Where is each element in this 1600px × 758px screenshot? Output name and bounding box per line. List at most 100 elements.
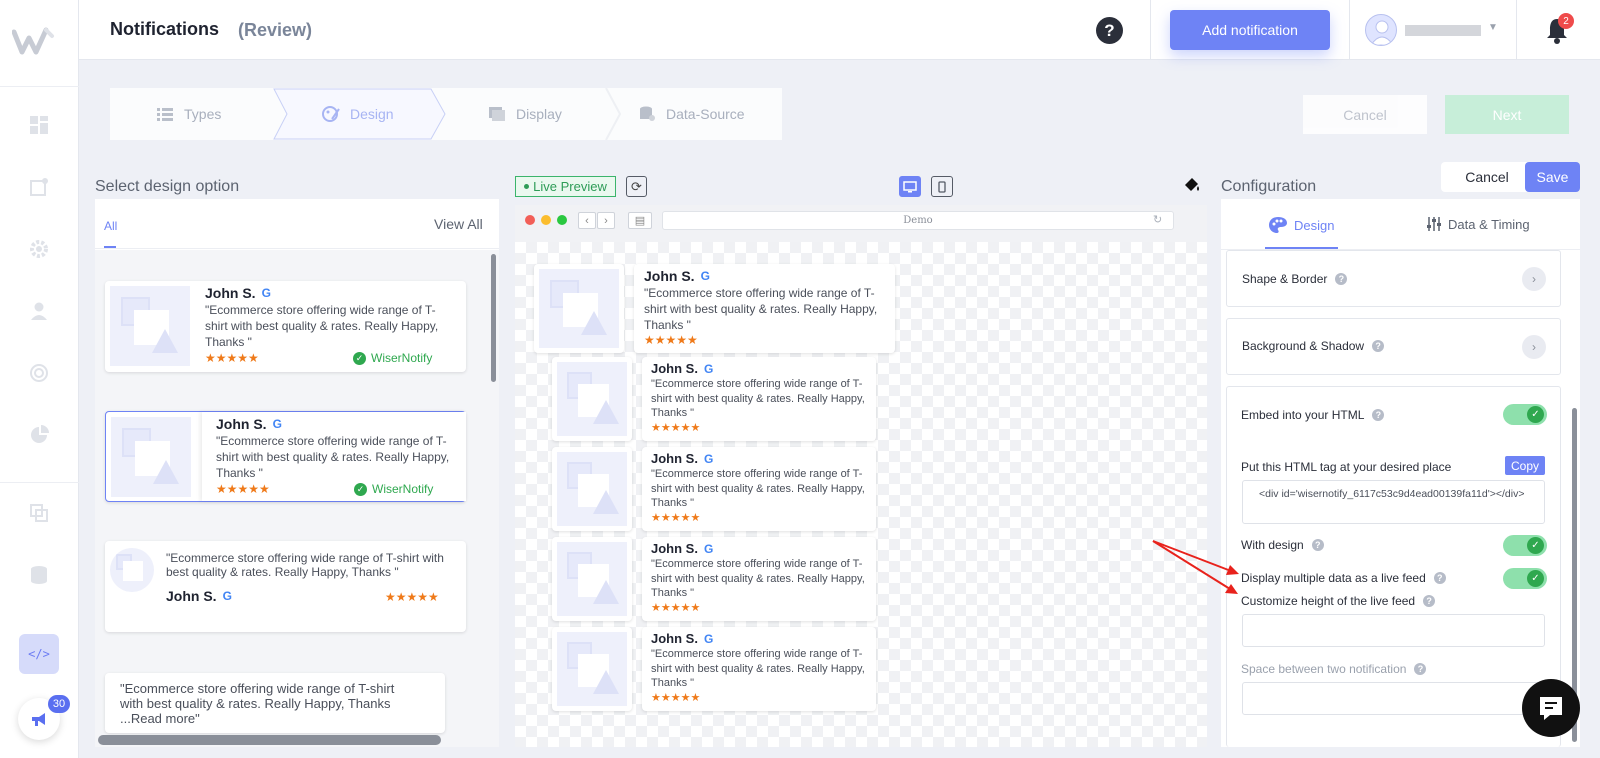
shape-border-section[interactable]: Shape & Border? ›: [1226, 250, 1561, 307]
step-data-source[interactable]: Data-Source: [638, 88, 745, 140]
code-embed-icon[interactable]: </>: [19, 634, 59, 674]
view-all-link[interactable]: View All: [434, 216, 483, 232]
tab-data-timing[interactable]: Data & Timing: [1426, 216, 1530, 232]
chat-widget-button[interactable]: [1522, 679, 1580, 737]
space-between-input[interactable]: [1242, 682, 1545, 715]
user-icon[interactable]: [28, 300, 50, 322]
step-separator-icon: [605, 88, 622, 140]
vertical-scrollbar[interactable]: [491, 254, 496, 382]
stepper-cancel-button[interactable]: Cancel: [1303, 95, 1427, 134]
help-question-icon[interactable]: ?: [1372, 409, 1385, 421]
palette-icon: [322, 106, 340, 122]
preview-feed-thumb: [552, 537, 632, 621]
rating-stars: ★★★★★: [205, 351, 259, 365]
add-notification-button[interactable]: Add notification: [1170, 10, 1330, 50]
thumbnail-placeholder-icon: [557, 362, 627, 436]
design-option-card[interactable]: John S. G "Ecommerce store offering wide …: [105, 281, 466, 372]
help-question-icon[interactable]: ?: [1335, 273, 1348, 285]
pie-chart-icon[interactable]: [28, 424, 50, 446]
page-subtitle: (Review): [238, 20, 313, 40]
help-icon[interactable]: ?: [1096, 17, 1123, 44]
step-design[interactable]: Design: [322, 88, 394, 140]
review-text: "Ecommerce store offering wide range of …: [166, 551, 444, 579]
config-cancel-button[interactable]: Cancel: [1441, 162, 1533, 192]
help-question-icon[interactable]: ?: [1372, 340, 1385, 352]
custom-height-input[interactable]: [1242, 614, 1545, 647]
step-label: Types: [184, 106, 222, 122]
rating-stars: ★★★★★: [651, 602, 701, 614]
page-title: Notifications: [110, 19, 220, 39]
annotation-arrows-icon: [1152, 540, 1239, 594]
settings-gear-icon[interactable]: [28, 238, 50, 260]
help-question-icon[interactable]: ?: [1311, 539, 1324, 551]
embed-html-toggle[interactable]: ✓: [1503, 404, 1547, 425]
paint-bucket-icon[interactable]: [1182, 175, 1202, 195]
user-menu-caret-icon[interactable]: ▼: [1488, 22, 1498, 33]
configuration-title: Configuration: [1221, 178, 1317, 195]
copy-button[interactable]: Copy: [1505, 456, 1545, 475]
dashboard-icon[interactable]: [28, 114, 50, 136]
with-design-toggle[interactable]: ✓: [1503, 535, 1547, 556]
review-text: "Ecommerce store offering wide range of …: [651, 558, 865, 599]
put-html-tag-label: Put this HTML tag at your desired place: [1241, 460, 1452, 474]
mobile-view-button[interactable]: [931, 176, 953, 197]
reviewer-name: John S. G: [644, 268, 710, 284]
with-design-label: With design?: [1241, 538, 1324, 552]
design-option-card[interactable]: "Ecommerce store offering wide range of …: [105, 673, 445, 733]
rating-stars: ★★★★★: [651, 692, 701, 704]
review-text: "Ecommerce store offering wide range of …: [644, 286, 878, 332]
help-question-icon[interactable]: ?: [1423, 595, 1436, 607]
verified-by-badge: ✓ WiserNotify: [354, 482, 433, 496]
verified-by-badge: ✓ WiserNotify: [353, 351, 432, 365]
reviewer-name: John S. G: [651, 541, 714, 556]
google-icon: G: [703, 631, 714, 646]
notification-add-icon[interactable]: [28, 176, 50, 198]
design-option-card-selected[interactable]: John S. G "Ecommerce store offering wide …: [105, 411, 466, 502]
live-feed-toggle[interactable]: ✓: [1503, 568, 1547, 589]
step-display[interactable]: Display: [488, 88, 562, 140]
shape-border-label: Shape & Border?: [1242, 272, 1348, 286]
user-name-redacted[interactable]: [1405, 25, 1481, 36]
step-types[interactable]: Types: [156, 88, 221, 140]
reviewer-name: John S. G: [205, 285, 271, 301]
help-question-icon[interactable]: ?: [1433, 572, 1446, 584]
design-option-card[interactable]: "Ecommerce store offering wide range of …: [105, 541, 466, 632]
target-icon[interactable]: [28, 362, 50, 384]
user-avatar[interactable]: [1365, 14, 1397, 46]
embed-code-box[interactable]: <div id='wisernotify_6117c53c9d4ead00139…: [1242, 480, 1545, 524]
help-question-icon[interactable]: ?: [1414, 663, 1427, 675]
desktop-icon: [903, 180, 917, 192]
window-minimize-dot: [541, 215, 551, 225]
rating-stars: ★★★★★: [651, 422, 701, 434]
check-icon: ✓: [353, 351, 366, 365]
google-icon: G: [272, 417, 282, 431]
chevron-right-icon[interactable]: ›: [1522, 335, 1546, 359]
refresh-preview-button[interactable]: ⟳: [626, 176, 647, 197]
background-shadow-section[interactable]: Background & Shadow? ›: [1226, 318, 1561, 375]
tab-all[interactable]: All: [104, 219, 117, 233]
list-icon: [157, 108, 173, 121]
wisernotify-logo-icon[interactable]: [11, 26, 56, 56]
check-icon: ✓: [1527, 406, 1544, 423]
chevron-right-icon[interactable]: ›: [1522, 267, 1546, 291]
header-divider: [1150, 0, 1151, 60]
review-text: "Ecommerce store offering wide range of …: [216, 434, 450, 480]
desktop-view-button[interactable]: [899, 176, 921, 197]
preview-feed-item: John S. G "Ecommerce store offering wide …: [642, 447, 876, 531]
review-text: "Ecommerce store offering wide range of …: [651, 648, 865, 689]
database-icon[interactable]: [28, 564, 50, 586]
tab-design[interactable]: Design: [1268, 216, 1334, 234]
stepper-next-button[interactable]: Next: [1445, 95, 1569, 134]
custom-height-label: Customize height of the live feed?: [1241, 594, 1436, 608]
config-save-button[interactable]: Save: [1525, 162, 1580, 192]
live-feed-label: Display multiple data as a live feed?: [1241, 571, 1446, 585]
step-label: Display: [516, 106, 562, 122]
thumbnail-placeholder-icon: [557, 632, 627, 706]
horizontal-scrollbar[interactable]: [98, 735, 441, 745]
chat-icon: [1540, 697, 1562, 720]
review-text: "Ecommerce store offering wide range of …: [651, 378, 865, 419]
copy-pages-icon[interactable]: [28, 502, 50, 524]
rating-stars: ★★★★★: [644, 333, 698, 347]
preview-feed-thumb: [552, 357, 632, 441]
preview-feed-item: John S. G "Ecommerce store offering wide …: [634, 264, 895, 353]
